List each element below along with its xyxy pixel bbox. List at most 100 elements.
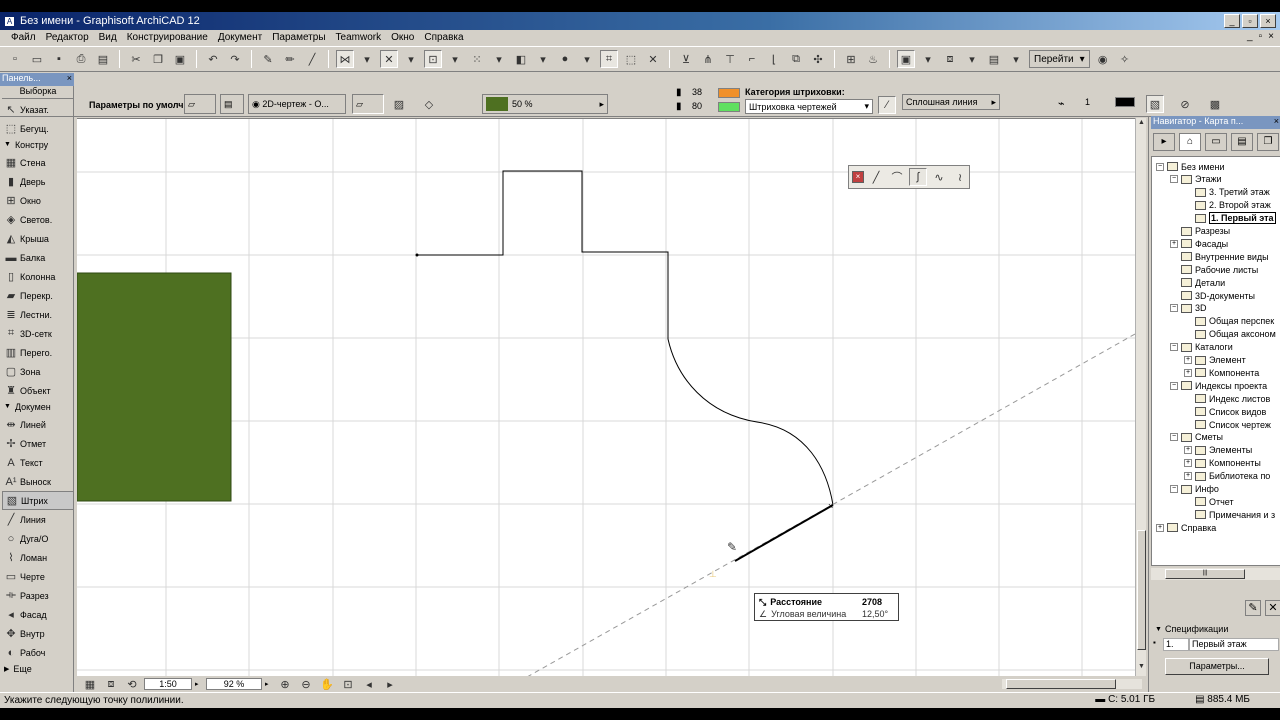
tool-dimension[interactable]: ⇹ Линей: [2, 415, 74, 434]
tree-item[interactable]: + Компоненты: [1184, 457, 1261, 470]
zoom-out-icon[interactable]: ⊖: [297, 675, 315, 693]
segment-line-icon[interactable]: ╱: [867, 168, 885, 186]
adjust-icon[interactable]: ⊤: [721, 50, 739, 68]
scale-field[interactable]: 1:50: [144, 678, 192, 690]
triangle-down-icon[interactable]: ▼: [1155, 626, 1162, 633]
menu-document[interactable]: Документ: [213, 32, 267, 43]
tree-item[interactable]: − Индексы проекта: [1170, 379, 1267, 392]
expand-icon[interactable]: +: [1156, 523, 1164, 532]
background-fill-icon[interactable]: ▧: [1146, 95, 1164, 113]
gravity-icon[interactable]: ⋈: [336, 50, 354, 68]
tab-navigator-menu[interactable]: ▸: [1153, 133, 1175, 151]
pan-icon[interactable]: ✋: [318, 675, 336, 693]
view-icon[interactable]: ⧈: [102, 675, 120, 693]
tool-label[interactable]: A¹ Выноск: [2, 472, 74, 491]
close-palette-icon[interactable]: ×: [852, 171, 864, 183]
layers-icon[interactable]: ◧: [512, 50, 530, 68]
tab-view-map[interactable]: ▭: [1205, 133, 1227, 151]
distance-value[interactable]: 2708: [862, 597, 882, 607]
teamwork-icon[interactable]: ●: [556, 50, 574, 68]
tree-item[interactable]: − Без имени: [1156, 160, 1225, 173]
tree-item[interactable]: − Каталоги: [1170, 341, 1233, 354]
explode-icon[interactable]: ✣: [809, 50, 827, 68]
horizontal-scrollbar[interactable]: [1002, 679, 1142, 689]
doc-minimize-button[interactable]: _: [1247, 31, 1253, 42]
tree-item[interactable]: Детали: [1170, 276, 1225, 289]
settings-icon[interactable]: ✎: [1245, 600, 1261, 616]
tool-stair[interactable]: ≣ Лестни.: [2, 305, 74, 324]
tree-item[interactable]: + Справка: [1156, 521, 1216, 534]
pen2-value[interactable]: 80: [692, 101, 702, 111]
tree-item[interactable]: − Инфо: [1170, 483, 1219, 496]
tree-item[interactable]: Внутренние виды: [1170, 250, 1269, 263]
tool-line[interactable]: ╱ Линия: [2, 510, 74, 529]
tool-pointer[interactable]: ↖ Указат.: [2, 100, 74, 119]
tool-mesh[interactable]: ⌗ 3D-сетк: [2, 324, 74, 343]
tree-item[interactable]: Список чертеж: [1184, 418, 1271, 431]
redo-icon[interactable]: ↷: [226, 50, 244, 68]
tree-item[interactable]: 2. Второй этаж: [1184, 199, 1271, 212]
tool-door[interactable]: ▮ Дверь: [2, 172, 74, 191]
doc-close-button[interactable]: ×: [1268, 31, 1274, 42]
section-marker-icon[interactable]: ⊞: [842, 50, 860, 68]
green-fill-rectangle[interactable]: [77, 272, 232, 502]
menu-design[interactable]: Конструирование: [122, 32, 213, 43]
tree-item[interactable]: − Этажи: [1170, 173, 1222, 186]
menu-help[interactable]: Справка: [419, 32, 468, 43]
offset-icon[interactable]: ⧉: [787, 50, 805, 68]
parameters-button[interactable]: Параметры...: [1165, 658, 1269, 675]
dropdown-arrow-icon[interactable]: ▾: [358, 50, 376, 68]
fill-percent-dropdown[interactable]: 50 % ▸: [482, 94, 608, 114]
open-file-icon[interactable]: ▭: [28, 50, 46, 68]
intersect-icon[interactable]: ⌐: [743, 50, 761, 68]
split-icon[interactable]: ⋔: [699, 50, 717, 68]
close-icon[interactable]: ×: [67, 73, 72, 83]
chevron-right-icon[interactable]: ▸: [265, 680, 273, 688]
expand-icon[interactable]: +: [1184, 472, 1192, 481]
maximize-button[interactable]: ▫: [1242, 14, 1258, 28]
dropdown-arrow-icon[interactable]: ▾: [963, 50, 981, 68]
marquee-tool-icon[interactable]: ⬚: [622, 50, 640, 68]
tool-text[interactable]: A Текст: [2, 453, 74, 472]
tool-interior-elevation[interactable]: ✥ Внутр: [2, 624, 74, 643]
expand-icon[interactable]: +: [1184, 446, 1192, 455]
dropdown-arrow-icon[interactable]: ▾: [402, 50, 420, 68]
tab-project-map[interactable]: ⌂: [1179, 133, 1201, 151]
menu-window[interactable]: Окно: [386, 32, 419, 43]
pen-count-value[interactable]: 1: [1085, 97, 1090, 107]
paste-icon[interactable]: ▣: [171, 50, 189, 68]
hatch-category-dropdown[interactable]: Штриховка чертежей ▾: [745, 99, 873, 114]
trim-icon[interactable]: ⊻: [677, 50, 695, 68]
angle-value[interactable]: 12,50°: [862, 609, 888, 619]
layout-icon[interactable]: ▦: [81, 675, 99, 693]
fill-handle-icon[interactable]: ⊘: [1176, 95, 1194, 113]
pen1-swatch[interactable]: [718, 88, 740, 98]
tool-arc[interactable]: ○ Дуга/О: [2, 529, 74, 548]
tree-item[interactable]: − Сметы: [1170, 431, 1223, 444]
menu-view[interactable]: Вид: [94, 32, 122, 43]
copy-icon[interactable]: ❐: [149, 50, 167, 68]
tool-skylight[interactable]: ◈ Светов.: [2, 210, 74, 229]
tree-item[interactable]: Общая перспек: [1184, 315, 1274, 328]
tool-window[interactable]: ⊞ Окно: [2, 191, 74, 210]
plot-icon[interactable]: ▤: [94, 50, 112, 68]
tab-layout-book[interactable]: ▤: [1231, 133, 1253, 151]
tool-level-dimension[interactable]: ✢ Отмет: [2, 434, 74, 453]
tree-item[interactable]: 1. Первый эта: [1184, 212, 1276, 225]
fire-icon[interactable]: ♨: [864, 50, 882, 68]
tree-item[interactable]: + Фасады: [1170, 237, 1228, 250]
menu-file[interactable]: Файл: [6, 32, 41, 43]
close-button[interactable]: ×: [1260, 14, 1276, 28]
scroll-thumb[interactable]: [1137, 530, 1146, 650]
fill-geometry-button[interactable]: ▱: [184, 94, 216, 114]
zoom-in-icon[interactable]: ⊕: [276, 675, 294, 693]
inject-icon[interactable]: ╱: [303, 50, 321, 68]
save-icon[interactable]: ▪: [50, 50, 68, 68]
tool-fill[interactable]: ▧ Штрих: [2, 491, 74, 510]
collapse-icon[interactable]: −: [1170, 433, 1178, 442]
chevron-right-icon[interactable]: ▸: [195, 680, 203, 688]
rect-method-icon[interactable]: ▨: [390, 95, 408, 113]
tree-item[interactable]: Разрезы: [1170, 225, 1230, 238]
tool-beam[interactable]: ▬ Балка: [2, 248, 74, 267]
rotate-icon[interactable]: ⟲: [123, 675, 141, 693]
